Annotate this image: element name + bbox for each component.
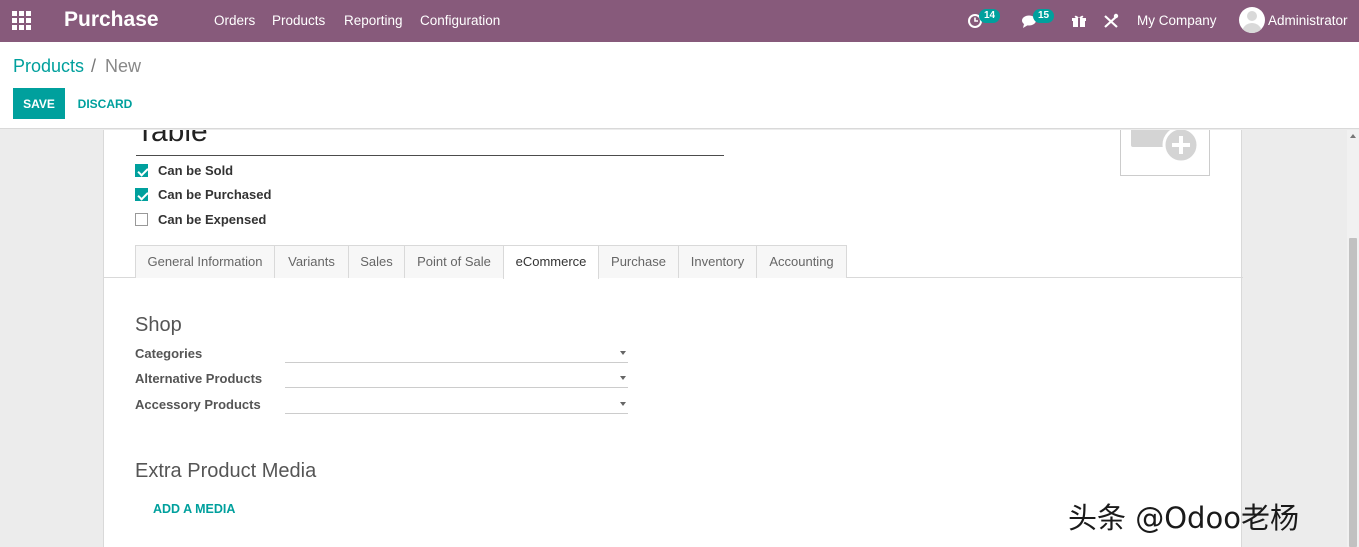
- shop-section-title: Shop: [135, 314, 182, 336]
- dropdown-caret-icon: [620, 376, 626, 380]
- scrollbar-thumb[interactable]: [1349, 238, 1357, 547]
- product-image-upload[interactable]: [1120, 130, 1210, 176]
- debug-tools-icon[interactable]: [1101, 11, 1121, 31]
- alternative-products-label: Alternative Products: [135, 371, 263, 386]
- categories-field[interactable]: [285, 343, 628, 363]
- top-navbar: Purchase Orders Products Reporting Confi…: [0, 0, 1359, 42]
- alternative-products-field[interactable]: [285, 368, 628, 388]
- company-switcher[interactable]: My Company: [1137, 13, 1217, 28]
- watermark-text: 头条 @Odoo老杨: [1068, 501, 1299, 535]
- extra-media-section-title: Extra Product Media: [135, 460, 317, 482]
- control-panel: Products / New SAVE DISCARD: [0, 42, 1359, 129]
- form-view: Table Can be Sold Can be Purchased Can b…: [0, 130, 1347, 547]
- product-name-input[interactable]: Table: [136, 130, 724, 156]
- accessory-products-field[interactable]: [285, 394, 628, 414]
- tab-variants[interactable]: Variants: [274, 245, 349, 278]
- apps-menu-icon[interactable]: [12, 11, 32, 31]
- tab-point-of-sale[interactable]: Point of Sale: [404, 245, 504, 278]
- user-menu[interactable]: Administrator: [1268, 13, 1348, 28]
- add-media-button[interactable]: ADD A MEDIA: [153, 502, 235, 516]
- can-be-sold-label: Can be Sold: [158, 163, 234, 178]
- categories-label: Categories: [135, 346, 203, 361]
- discard-button[interactable]: DISCARD: [72, 88, 138, 119]
- tab-general-information[interactable]: General Information: [135, 245, 275, 278]
- checkbox-checked-icon[interactable]: [135, 188, 148, 201]
- can-be-expensed-label: Can be Expensed: [158, 212, 267, 227]
- dropdown-caret-icon: [620, 402, 626, 406]
- breadcrumb-products[interactable]: Products: [13, 56, 84, 77]
- tab-accounting[interactable]: Accounting: [756, 245, 847, 278]
- menu-orders[interactable]: Orders: [214, 13, 255, 28]
- can-be-purchased-label: Can be Purchased: [158, 187, 272, 202]
- menu-products[interactable]: Products: [272, 13, 325, 28]
- tab-purchase[interactable]: Purchase: [598, 245, 679, 278]
- camera-add-icon: [1131, 130, 1200, 164]
- tab-sales[interactable]: Sales: [348, 245, 405, 278]
- tab-inventory[interactable]: Inventory: [678, 245, 757, 278]
- app-title[interactable]: Purchase: [64, 8, 159, 32]
- checkbox-checked-icon[interactable]: [135, 164, 148, 177]
- dropdown-caret-icon: [620, 351, 626, 355]
- page-scrollbar[interactable]: [1347, 130, 1359, 547]
- scroll-up-arrow-icon[interactable]: [1350, 134, 1356, 138]
- breadcrumb-separator: /: [91, 56, 97, 76]
- save-button[interactable]: SAVE: [13, 88, 65, 119]
- accessory-products-label: Accessory Products: [135, 397, 261, 412]
- form-sheet: Table Can be Sold Can be Purchased Can b…: [103, 130, 1243, 547]
- messages-count-badge: 15: [1033, 9, 1055, 23]
- tab-ecommerce[interactable]: eCommerce: [503, 245, 599, 279]
- menu-configuration[interactable]: Configuration: [420, 13, 500, 28]
- gift-icon[interactable]: [1069, 11, 1089, 31]
- menu-reporting[interactable]: Reporting: [344, 13, 403, 28]
- checkbox-unchecked-icon[interactable]: [135, 213, 148, 226]
- activity-count-badge: 14: [979, 9, 1001, 23]
- user-avatar[interactable]: [1239, 7, 1265, 33]
- breadcrumb-current: New: [105, 56, 142, 76]
